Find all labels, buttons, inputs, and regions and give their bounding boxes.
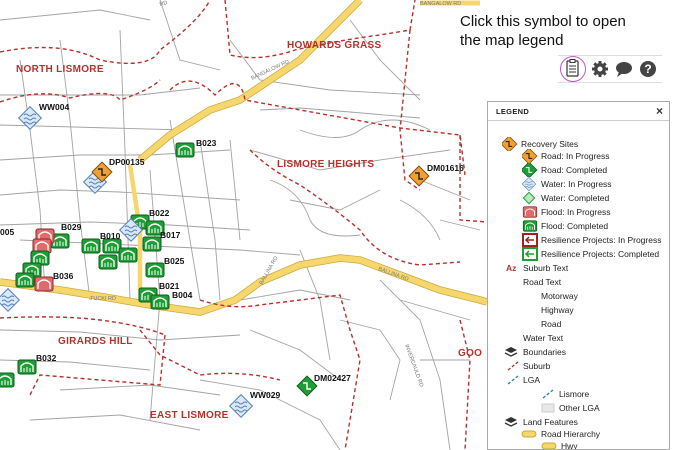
- marker-label: WW004: [39, 102, 70, 112]
- suburb-north-lismore: NORTH LISMORE: [16, 64, 104, 75]
- suburb-howards-grass: HOWARDS GRASS: [287, 40, 381, 51]
- lga-boundary-icon: [507, 375, 519, 385]
- marker-label: 005: [0, 227, 14, 237]
- flood-marker[interactable]: [17, 359, 37, 375]
- legend-panel: LEGEND × Recovery Sites Road: In Progres…: [487, 101, 670, 450]
- marker-label: B032: [36, 353, 57, 363]
- hwy-swatch-icon: [541, 442, 557, 449]
- legend-header: LEGEND ×: [488, 102, 669, 121]
- suburb-text-icon: Az: [506, 263, 517, 273]
- legend-item-label: Other LGA: [559, 403, 600, 413]
- legend-item-label: Suburb: [523, 361, 551, 371]
- lismore-lga-icon: [542, 389, 554, 399]
- legend-item-label: Highway: [541, 305, 574, 315]
- resilience-in-progress-icon: [522, 233, 538, 247]
- suburb-boundary-icon: [507, 361, 519, 371]
- layers-icon: [504, 347, 518, 357]
- legend-item-label: Road: Completed: [541, 165, 608, 175]
- flood-marker[interactable]: [15, 272, 35, 288]
- comment-icon: [616, 62, 632, 77]
- road-completed-icon: [522, 163, 538, 177]
- legend-button[interactable]: [560, 56, 586, 82]
- close-icon[interactable]: ×: [656, 104, 663, 118]
- marker-label: B029: [61, 222, 82, 232]
- flood-marker[interactable]: [150, 294, 170, 310]
- suburb-goo: GOO: [458, 348, 482, 359]
- legend-list-icon: [566, 59, 579, 77]
- flood-marker[interactable]: [102, 238, 122, 254]
- svg-text:?: ?: [644, 62, 651, 76]
- road-label: TUCKI RD: [90, 296, 116, 302]
- road-in-progress-icon: [522, 149, 538, 163]
- settings-button[interactable]: [590, 59, 610, 79]
- resilience-completed-icon: [522, 247, 538, 261]
- water-in-progress-icon: [522, 177, 537, 191]
- legend-item-label: Flood: In Progress: [541, 207, 611, 217]
- layers-icon: [504, 417, 518, 427]
- map-toolbar: ?: [558, 55, 662, 83]
- callout-line: Click this symbol to open: [460, 13, 626, 30]
- comment-button[interactable]: [614, 59, 634, 79]
- water-marker[interactable]: [229, 394, 253, 418]
- road-label: RD: [159, 0, 168, 8]
- legend-item-label: Resilience Projects: In Progress: [541, 235, 662, 245]
- flood-completed-icon: [522, 220, 538, 232]
- help-icon: ?: [640, 61, 656, 77]
- water-completed-icon: [522, 191, 536, 205]
- legend-item-label: LGA: [523, 375, 541, 385]
- marker-label: B023: [196, 138, 217, 148]
- suburb-girards-hill: GIRARDS HILL: [58, 336, 133, 347]
- legend-item-label: Water: Completed: [541, 193, 610, 203]
- road-marker[interactable]: [408, 165, 430, 187]
- flood-in-progress-icon: [522, 206, 538, 218]
- legend-item-label: Water Text: [523, 333, 564, 343]
- suburb-lismore-heights: LISMORE HEIGHTS: [277, 159, 374, 170]
- marker-label: B022: [149, 208, 170, 218]
- flood-marker[interactable]: [145, 262, 165, 278]
- water-marker[interactable]: [0, 288, 20, 312]
- gear-icon: [592, 61, 608, 77]
- marker-label: DP00135: [109, 157, 145, 167]
- legend-item-label: Resilience Projects: Completed: [541, 249, 660, 259]
- flood-marker[interactable]: [34, 276, 54, 292]
- marker-label: B017: [160, 230, 181, 240]
- other-lga-icon: [541, 403, 555, 413]
- legend-item-label: Suburb Text: [523, 263, 569, 273]
- legend-item-label: Road: [541, 319, 562, 329]
- help-button[interactable]: ?: [638, 59, 658, 79]
- marker-label: B036: [53, 271, 74, 281]
- legend-item-label: Flood: Completed: [541, 221, 609, 231]
- legend-item-label: Road: In Progress: [541, 151, 610, 161]
- marker-label: B025: [164, 256, 185, 266]
- flood-marker[interactable]: [0, 372, 15, 388]
- legend-item-label: Road Text: [523, 277, 562, 287]
- flood-marker[interactable]: [142, 236, 162, 252]
- legend-title: LEGEND: [496, 107, 530, 116]
- callout-line: the map legend: [460, 32, 564, 49]
- legend-item-label: Hwy: [561, 441, 578, 450]
- road-label: INVERCAULD RD: [403, 344, 424, 388]
- marker-label: DM02427: [314, 373, 351, 383]
- legend-item-label: Motorway: [541, 291, 578, 301]
- marker-label: B004: [172, 290, 193, 300]
- flood-marker[interactable]: [98, 254, 118, 270]
- marker-label: DM01616: [427, 163, 464, 173]
- road-hierarchy-icon: [521, 430, 537, 438]
- recovery-site-markers[interactable]: WW004 DP00135 B023 DM01616 B022 B010 B01…: [0, 102, 464, 418]
- flood-marker[interactable]: [175, 142, 195, 158]
- marker-label: WW029: [250, 390, 281, 400]
- legend-item-label: Lismore: [559, 389, 590, 399]
- legend-item-label: Water: In Progress: [541, 179, 612, 189]
- flood-marker[interactable]: [81, 238, 101, 254]
- suburb-east-lismore: EAST LISMORE: [150, 410, 229, 421]
- marker-label: B010: [100, 231, 121, 241]
- road-label: BANGALOW RD: [420, 1, 461, 7]
- legend-item-label: Boundaries: [523, 347, 567, 357]
- flood-marker[interactable]: [118, 247, 138, 263]
- legend-callout: Click this symbol to open the map legend: [460, 12, 670, 50]
